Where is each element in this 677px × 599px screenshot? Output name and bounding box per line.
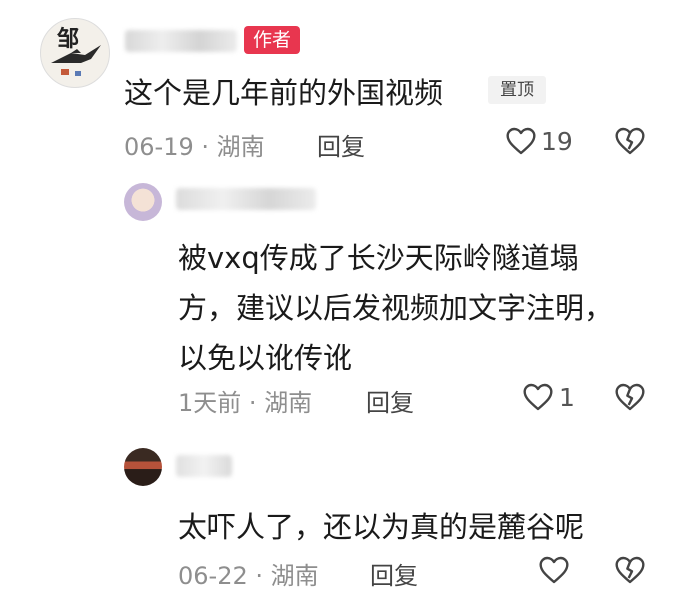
username-blurred[interactable] [176, 455, 232, 477]
author-badge: 作者 [244, 26, 300, 54]
avatar[interactable] [124, 448, 162, 486]
comment-location: 湖南 [264, 389, 313, 417]
comment-meta: 06-22 · 湖南 [178, 562, 319, 590]
broken-heart-icon[interactable] [614, 126, 646, 156]
comment-location: 湖南 [216, 133, 265, 161]
heart-outline-icon[interactable] [538, 555, 570, 585]
username-blurred[interactable] [125, 30, 237, 52]
pinned-badge: 置顶 [488, 76, 546, 104]
username-blurred[interactable] [176, 188, 316, 210]
comment-date: 06-22 [178, 562, 248, 590]
reply-button[interactable]: 回复 [370, 556, 418, 591]
like-count: 1 [559, 383, 575, 412]
comment-date: 1天前 [178, 389, 242, 417]
comment-text: 这个是几年前的外国视频 [124, 76, 444, 110]
comment-text: 被vxq传成了长沙天际岭隧道塌 方，建议以后发视频加文字注明， 以免以讹传讹 [178, 241, 614, 375]
reply-button[interactable]: 回复 [317, 127, 365, 162]
comment-date: 06-19 [124, 133, 194, 161]
comment-location: 湖南 [270, 562, 319, 590]
avatar[interactable]: 邹 [40, 18, 110, 88]
like-count: 19 [541, 127, 573, 156]
comment-meta: 1天前 · 湖南 [178, 389, 313, 417]
broken-heart-icon[interactable] [614, 382, 646, 412]
heart-outline-icon[interactable] [522, 382, 554, 412]
eagle-icon [51, 45, 101, 76]
broken-heart-icon[interactable] [614, 555, 646, 585]
reply-button[interactable]: 回复 [366, 383, 414, 418]
avatar[interactable] [124, 183, 162, 221]
heart-outline-icon[interactable] [505, 126, 537, 156]
comment-meta: 06-19 · 湖南 [124, 133, 265, 161]
comment-text: 太吓人了，还以为真的是麓谷呢 [178, 510, 585, 544]
